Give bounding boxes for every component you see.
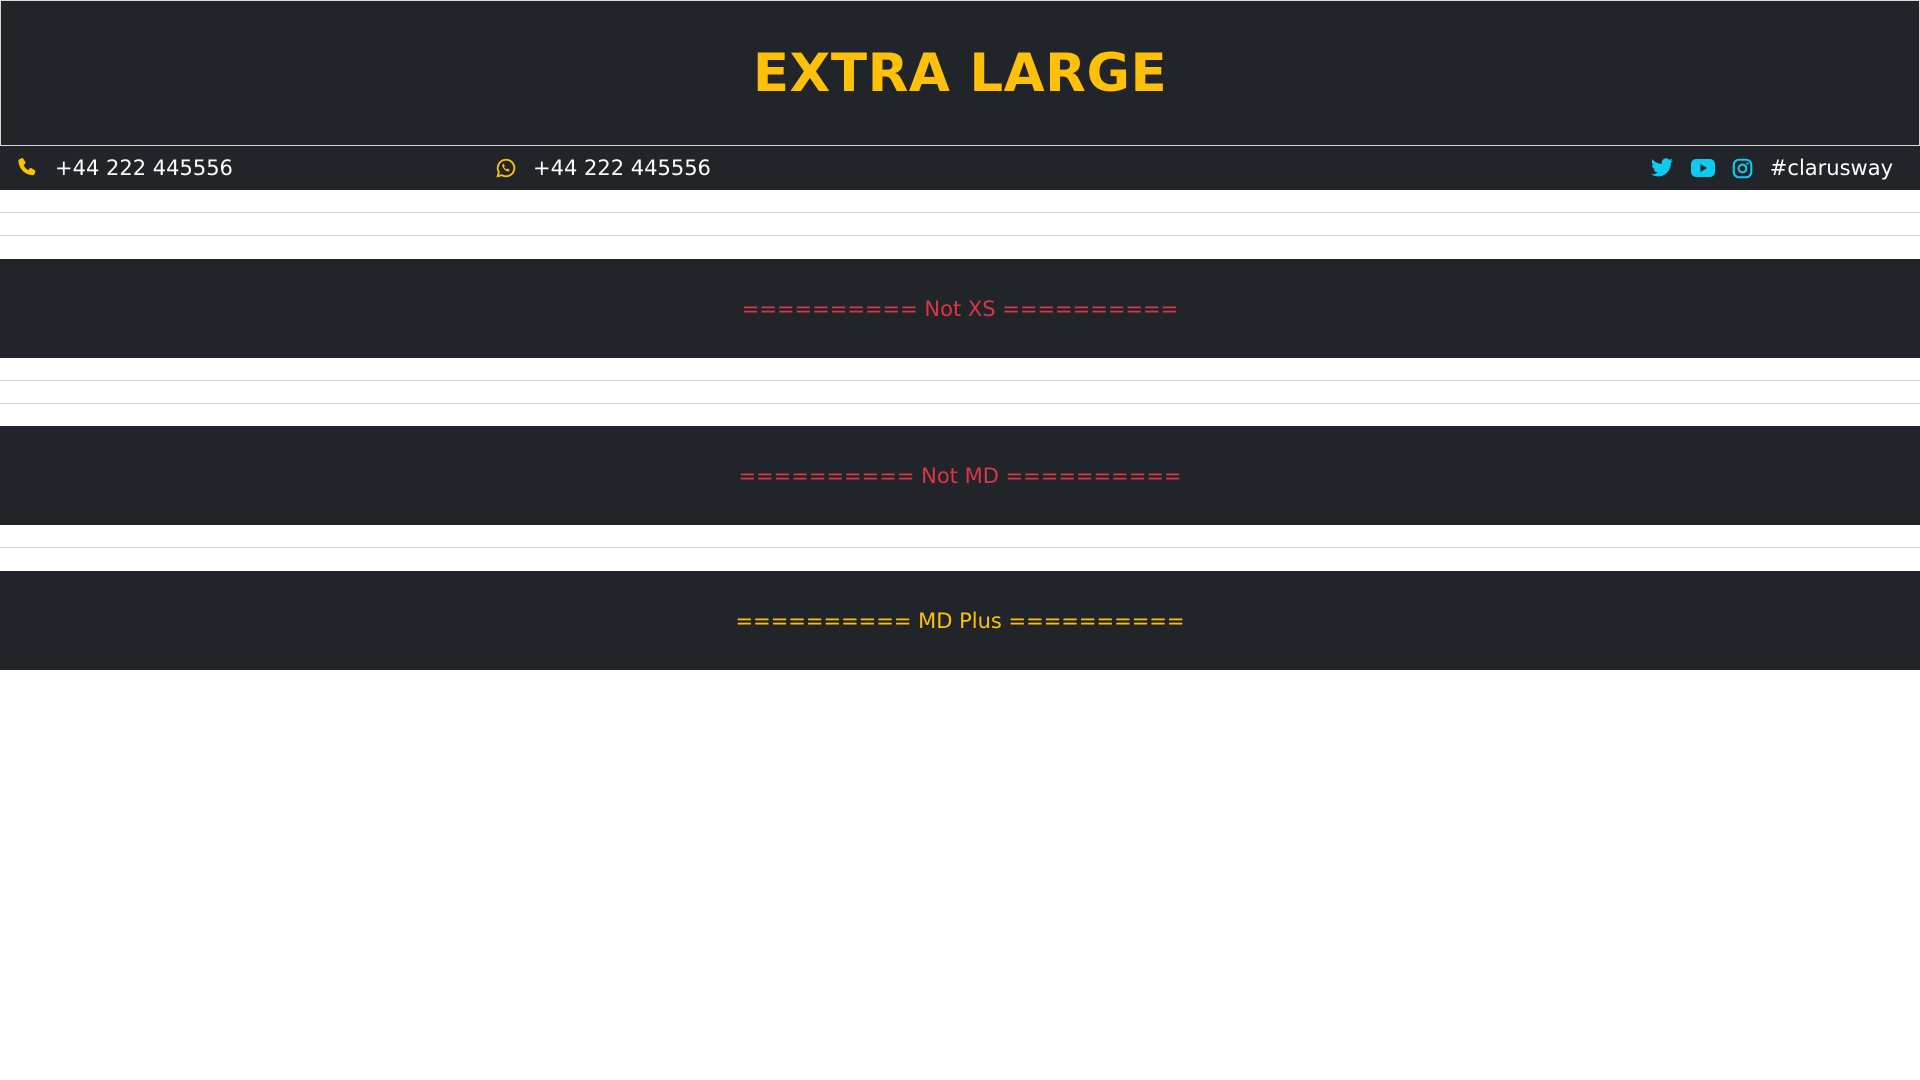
whatsapp-contact: +44 222 445556 (495, 146, 711, 190)
whatsapp-icon (495, 157, 517, 179)
contact-bar: +44 222 445556 +44 222 445556 #clarusway (0, 146, 1920, 190)
not-xs-text: ========== Not XS ========== (741, 296, 1179, 321)
md-plus-text: ========== MD Plus ========== (735, 608, 1185, 633)
whatsapp-number[interactable]: +44 222 445556 (533, 156, 711, 180)
page-title: EXTRA LARGE (752, 42, 1168, 104)
hero-header: EXTRA LARGE (0, 0, 1920, 146)
not-md-band: ========== Not MD ========== (0, 426, 1920, 525)
not-xs-band: ========== Not XS ========== (0, 259, 1920, 358)
phone-icon (15, 156, 39, 180)
not-md-text: ========== Not MD ========== (738, 463, 1182, 488)
twitter-icon[interactable] (1650, 157, 1674, 179)
divider (0, 403, 1920, 404)
instagram-icon[interactable] (1732, 158, 1753, 179)
divider (0, 380, 1920, 381)
divider (0, 212, 1920, 213)
phone-contact: +44 222 445556 (15, 146, 233, 190)
divider (0, 235, 1920, 236)
youtube-icon[interactable] (1690, 159, 1715, 177)
social-links: #clarusway (1650, 146, 1893, 190)
phone-number[interactable]: +44 222 445556 (55, 156, 233, 180)
divider (0, 547, 1920, 548)
md-plus-band: ========== MD Plus ========== (0, 571, 1920, 670)
hashtag-text[interactable]: #clarusway (1770, 156, 1893, 180)
